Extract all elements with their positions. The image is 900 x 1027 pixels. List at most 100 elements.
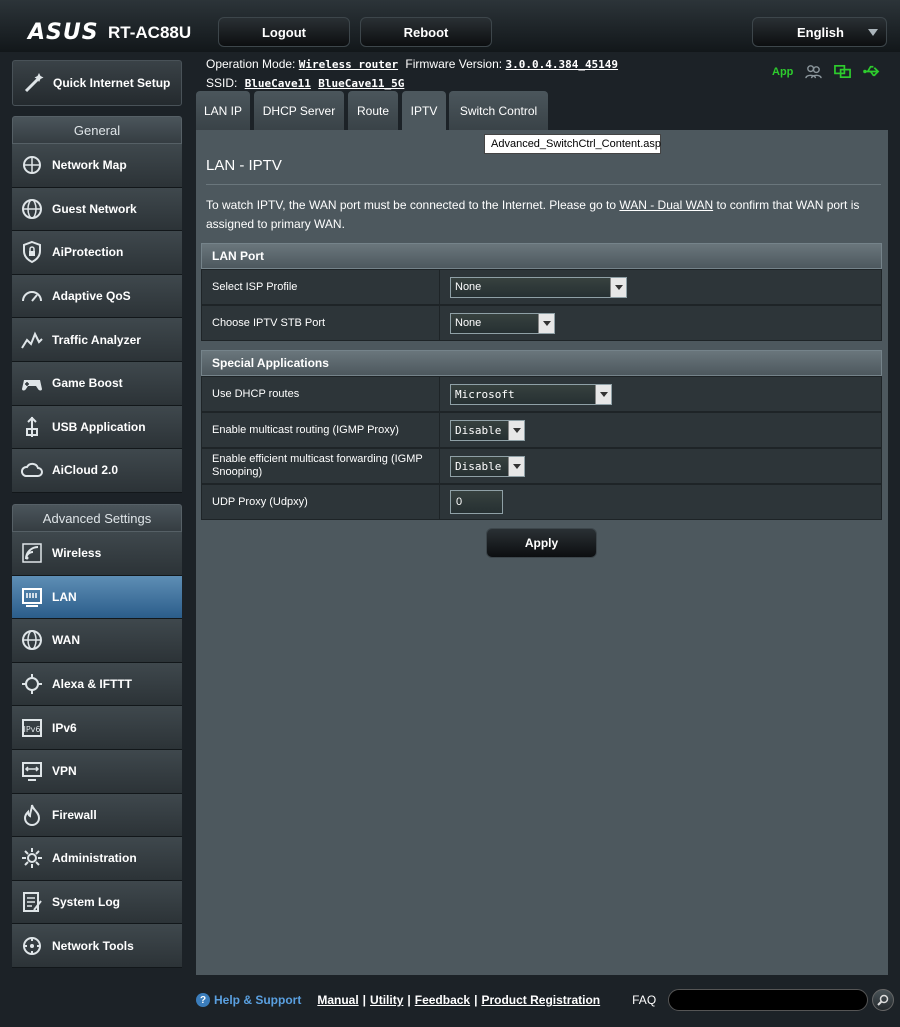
ssid-label: SSID: <box>206 76 238 90</box>
tab-lan-ip[interactable]: LAN IP <box>196 91 250 131</box>
dhcp-routes-select[interactable]: Microsoft <box>450 383 612 405</box>
usb-icon <box>26 416 38 437</box>
sidebar-item-lan[interactable]: LAN <box>12 575 182 620</box>
tab-switch-control[interactable]: Switch Control <box>449 91 548 131</box>
tab-dhcp-server[interactable]: DHCP Server <box>254 91 344 131</box>
tab-route[interactable]: Route <box>348 91 398 131</box>
sidebar-item-label: AiCloud 2.0 <box>52 463 119 478</box>
system-info: Operation Mode: Wireless router Firmware… <box>206 55 618 93</box>
dhcp-routes-row: Use DHCP routes Microsoft <box>201 376 882 412</box>
reboot-button[interactable]: Reboot <box>360 17 492 47</box>
cloud-icon <box>20 463 43 478</box>
search-button[interactable] <box>872 989 895 1011</box>
sidebar-item-aiprotection[interactable]: AiProtection <box>12 231 182 275</box>
feedback-link[interactable]: Feedback <box>415 993 470 1007</box>
chevron-down-icon <box>595 384 611 404</box>
sidebar-item-alexa-ifttt[interactable]: Alexa & IFTTT <box>12 662 182 707</box>
apply-button[interactable]: Apply <box>486 528 597 558</box>
udpxy-label: UDP Proxy (Udpxy) <box>202 485 440 519</box>
isp-profile-select[interactable]: None <box>450 276 627 298</box>
sidebar-item-label: VPN <box>52 764 77 779</box>
udpxy-input[interactable]: 0 <box>450 490 503 514</box>
faq-search-input[interactable] <box>668 989 869 1011</box>
udpxy-row: UDP Proxy (Udpxy) 0 <box>201 484 882 520</box>
sidebar-item-guest-network[interactable]: Guest Network <box>12 187 182 232</box>
dhcp-routes-value: Microsoft <box>455 387 515 401</box>
igmp-snooping-select[interactable]: Disable <box>450 455 525 477</box>
ipv6-icon: IPv6 <box>22 718 42 737</box>
stb-port-select[interactable]: None <box>450 312 555 334</box>
footer: ? Help & Support Manual | Utility | Feed… <box>196 988 896 1012</box>
sidebar-item-label: Network Tools <box>52 938 134 953</box>
special-applications-header: Special Applications <box>201 350 882 376</box>
operation-mode-link[interactable]: Wireless router <box>299 58 398 71</box>
wand-icon <box>24 73 44 93</box>
language-select[interactable]: English <box>752 17 887 47</box>
sidebar-item-game-boost[interactable]: Game Boost <box>12 361 182 406</box>
separator: | <box>407 993 411 1007</box>
wifi-icon <box>22 543 42 564</box>
gamepad-icon <box>22 380 42 391</box>
sidebar-item-network-map[interactable]: Network Map <box>12 144 182 188</box>
clients-icon[interactable] <box>805 63 823 80</box>
igmp-proxy-select[interactable]: Disable <box>450 419 525 441</box>
sidebar-item-label: WAN <box>52 633 80 648</box>
globe-icon <box>22 630 42 651</box>
fire-icon <box>23 804 41 826</box>
sidebar-item-label: Guest Network <box>52 201 137 216</box>
chevron-down-icon <box>868 29 878 36</box>
network-status-icon[interactable] <box>834 63 852 80</box>
sidebar-item-label: Firewall <box>52 807 97 822</box>
sidebar-item-ipv6[interactable]: IPv6 IPv6 <box>12 706 182 750</box>
utility-link[interactable]: Utility <box>370 993 403 1007</box>
sidebar-item-adaptive-qos[interactable]: Adaptive QoS <box>12 274 182 319</box>
wan-dual-wan-link[interactable]: WAN - Dual WAN <box>619 198 713 212</box>
sidebar-item-label: Administration <box>52 851 137 866</box>
operation-mode-label: Operation Mode: <box>206 57 296 71</box>
sidebar-item-label: Game Boost <box>52 376 123 391</box>
alexa-icon <box>22 674 42 695</box>
general-header: General <box>12 116 182 144</box>
sidebar-item-aicloud-2-0[interactable]: AiCloud 2.0 <box>12 449 182 493</box>
content-panel: LAN - IPTV To watch IPTV, the WAN port m… <box>196 130 888 975</box>
sidebar-item-vpn[interactable]: VPN <box>12 749 182 794</box>
product-registration-link[interactable]: Product Registration <box>481 993 600 1007</box>
firmware-link[interactable]: 3.0.0.4.384_45149 <box>505 58 618 71</box>
logout-button[interactable]: Logout <box>218 17 350 47</box>
igmp-proxy-label: Enable multicast routing (IGMP Proxy) <box>202 413 440 447</box>
sidebar-item-traffic-analyzer[interactable]: Traffic Analyzer <box>12 318 182 362</box>
language-value: English <box>797 24 844 40</box>
sidebar-item-label: IPv6 <box>52 720 77 735</box>
sidebar-item-network-tools[interactable]: Network Tools <box>12 924 182 968</box>
sidebar-item-wan[interactable]: WAN <box>12 619 182 663</box>
chevron-down-icon <box>610 277 626 297</box>
lock-shield-icon <box>23 241 41 264</box>
igmp-snooping-row: Enable efficient multicast forwarding (I… <box>201 448 882 484</box>
general-nav: Network Map Guest Network AiProtection Adap… <box>12 144 182 493</box>
quick-internet-setup-button[interactable]: Quick Internet Setup <box>12 60 182 106</box>
usb-status-icon[interactable] <box>863 63 880 80</box>
firmware-label: Firmware Version: <box>405 57 503 71</box>
igmp-snooping-label: Enable efficient multicast forwarding (I… <box>202 449 440 483</box>
sidebar-item-wireless[interactable]: Wireless <box>12 532 182 576</box>
sidebar-item-system-log[interactable]: System Log <box>12 880 182 925</box>
tools-icon <box>23 936 41 955</box>
sidebar-item-label: System Log <box>52 895 121 910</box>
sidebar-item-usb-application[interactable]: USB Application <box>12 405 182 450</box>
sidebar-item-administration[interactable]: Administration <box>12 837 182 881</box>
sidebar-item-label: Network Map <box>52 158 127 173</box>
sidebar-item-label: Alexa & IFTTT <box>52 677 133 692</box>
manual-link[interactable]: Manual <box>317 993 358 1007</box>
advanced-settings-header: Advanced Settings <box>12 504 182 532</box>
sidebar-item-label: USB Application <box>52 419 146 434</box>
ssid-5g-link[interactable]: BlueCave11_5G <box>318 77 404 90</box>
traffic-chart-icon <box>21 331 43 349</box>
isp-profile-row: Select ISP Profile None <box>201 269 882 305</box>
sidebar-item-firewall[interactable]: Firewall <box>12 793 182 838</box>
network-map-icon <box>23 156 41 175</box>
tab-iptv[interactable]: IPTV <box>402 91 446 131</box>
ssid-2g-link[interactable]: BlueCave11 <box>245 77 311 90</box>
globe-icon <box>22 198 42 219</box>
tooltip: Advanced_SwitchCtrl_Content.asp <box>484 134 661 154</box>
app-status[interactable]: App <box>772 66 793 78</box>
